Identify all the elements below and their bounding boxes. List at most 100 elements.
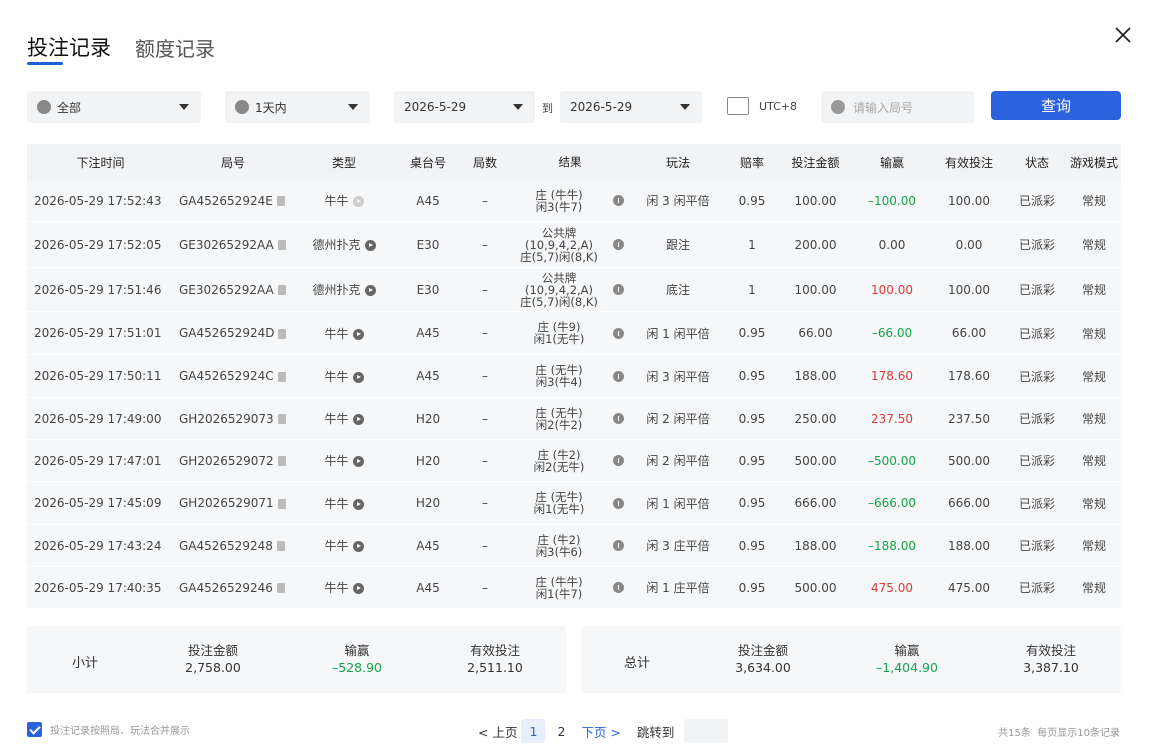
- copy-icon[interactable]: [277, 285, 286, 295]
- date-to-value: 2026-5-29: [570, 100, 633, 114]
- date-to-select[interactable]: 2026-5-29: [560, 91, 702, 123]
- copy-icon[interactable]: [277, 371, 286, 382]
- cell-bet-time: 2026-05-29 17:47:01: [34, 453, 162, 468]
- game-type-text: 牛牛: [324, 496, 349, 511]
- cell-valid-bet: 475.00: [948, 580, 990, 595]
- cell-shoe: –: [482, 538, 488, 553]
- date-from-select[interactable]: 2026-5-29: [394, 91, 535, 123]
- close-icon[interactable]: [1112, 24, 1134, 46]
- info-icon[interactable]: [612, 413, 624, 424]
- result-line: 庄(5,7)闲(8,K): [520, 294, 598, 309]
- cell-play: 跟注: [665, 238, 690, 252]
- game-type-text: 牛牛: [324, 326, 349, 341]
- round-id-text: GE30265292AA: [179, 282, 274, 297]
- clock-icon: [235, 100, 249, 114]
- play-replay-icon[interactable]: [352, 328, 364, 340]
- period-select[interactable]: 1天内: [225, 91, 370, 123]
- cell-round-id: GH2026529072: [174, 454, 292, 468]
- cell-win-loss: 100.00: [871, 282, 913, 297]
- cell-odds: 0.95: [738, 580, 766, 595]
- info-icon[interactable]: [612, 582, 624, 593]
- info-icon[interactable]: [612, 284, 624, 295]
- subtotal-valid-label: 有效投注: [469, 643, 520, 658]
- total-label: 总计: [624, 656, 651, 671]
- cell-game-mode: 常规: [1081, 283, 1106, 297]
- subtotal-panel: 小计 投注金额 2,758.00 输赢 –528.90 有效投注 2,511.1…: [27, 626, 566, 693]
- result-line: 公共牌: [541, 225, 577, 240]
- cell-bet-amount: 200.00: [794, 237, 837, 252]
- copy-icon[interactable]: [277, 456, 286, 466]
- page-button-2[interactable]: 2: [549, 719, 573, 743]
- info-icon[interactable]: [612, 455, 624, 466]
- next-page-button[interactable]: 下页 >: [581, 722, 620, 741]
- cell-result: 庄 (牛2) 闲3(牛6): [510, 534, 630, 558]
- round-id-text: GH2026529071: [179, 496, 274, 510]
- info-icon[interactable]: [612, 497, 624, 509]
- copy-icon[interactable]: [278, 328, 287, 339]
- cell-bet-amount: 250.00: [794, 411, 837, 426]
- cell-play: 闲 3 闲平倍: [646, 194, 710, 208]
- jump-page-input[interactable]: [684, 719, 729, 743]
- cell-type: 牛牛: [292, 410, 396, 427]
- copy-icon[interactable]: [277, 240, 286, 250]
- page-button-1[interactable]: 1: [521, 719, 546, 743]
- cell-bet-time: 2026-05-29 17:52:05: [34, 237, 162, 252]
- play-replay-icon[interactable]: [352, 371, 364, 383]
- cell-type: 牛牛: [292, 368, 396, 385]
- cell-valid-bet: 178.60: [948, 369, 990, 383]
- query-button[interactable]: 查询: [991, 91, 1121, 120]
- cell-bet-amount: 100.00: [794, 282, 837, 297]
- info-icon[interactable]: [612, 540, 624, 551]
- play-replay-icon[interactable]: [352, 541, 364, 552]
- cell-odds: 0.95: [738, 326, 766, 340]
- cell-table-no: A45: [416, 538, 440, 553]
- play-replay-icon[interactable]: [364, 240, 376, 251]
- cell-odds: 0.95: [738, 453, 766, 468]
- play-replay-icon[interactable]: [352, 583, 364, 594]
- table-header: 下注时间 局号 类型 桌台号 局数 结果 玩法 赔率 投注金额 输赢 有效投注 …: [27, 144, 1121, 180]
- play-replay-icon[interactable]: [352, 414, 364, 425]
- play-replay-icon[interactable]: [352, 456, 364, 467]
- cell-valid-bet: 188.00: [948, 538, 990, 553]
- game-type-text: 德州扑克: [312, 238, 361, 252]
- cell-win-loss: –100.00: [868, 193, 916, 208]
- play-replay-icon[interactable]: [352, 196, 364, 207]
- copy-icon[interactable]: [276, 541, 285, 551]
- tab-credit-records[interactable]: 额度记录: [135, 33, 215, 62]
- header-game-mode: 游戏模式: [1069, 155, 1118, 170]
- info-icon[interactable]: [612, 327, 624, 339]
- timezone-button[interactable]: UTC+8: [727, 97, 797, 115]
- copy-icon[interactable]: [276, 583, 285, 593]
- copy-icon[interactable]: [277, 498, 286, 509]
- tab-bet-records[interactable]: 投注记录: [27, 32, 111, 62]
- cell-shoe: –: [482, 237, 488, 252]
- prev-page-button[interactable]: < 上页: [478, 722, 517, 741]
- cell-type: 牛牛: [292, 579, 396, 596]
- cell-bet-amount: 500.00: [794, 580, 837, 595]
- cell-win-loss: –188.00: [868, 538, 916, 553]
- copy-icon[interactable]: [277, 414, 286, 424]
- info-icon[interactable]: [612, 239, 624, 250]
- info-icon[interactable]: [612, 195, 624, 206]
- search-icon: [831, 100, 845, 114]
- subtotal-label: 小计: [72, 656, 99, 671]
- result-line: 闲1(牛7): [535, 586, 583, 601]
- total-bet-label: 投注金额: [737, 643, 788, 658]
- round-id-text: GE30265292AA: [179, 237, 274, 252]
- cell-type: 牛牛: [292, 325, 396, 342]
- result-line: 庄 (无牛): [535, 405, 583, 420]
- play-replay-icon[interactable]: [364, 285, 376, 296]
- subtotal-win-label: 输赢: [344, 643, 370, 658]
- cell-bet-amount: 500.00: [794, 453, 837, 468]
- copy-icon[interactable]: [276, 196, 285, 206]
- cell-play: 闲 3 庄平倍: [646, 539, 710, 553]
- merge-display-option[interactable]: 投注记录按照局、玩法合并展示: [27, 722, 190, 737]
- round-search-input[interactable]: 请输入局号: [821, 91, 974, 123]
- subtotal-win-value: –528.90: [332, 660, 382, 675]
- info-icon[interactable]: [612, 370, 624, 382]
- merge-checkbox[interactable]: [27, 722, 42, 737]
- play-replay-icon[interactable]: [352, 498, 364, 510]
- game-select[interactable]: 全部: [27, 91, 201, 123]
- subtotal-win: 输赢 –528.90: [321, 642, 393, 676]
- header-play: 玩法: [665, 155, 690, 170]
